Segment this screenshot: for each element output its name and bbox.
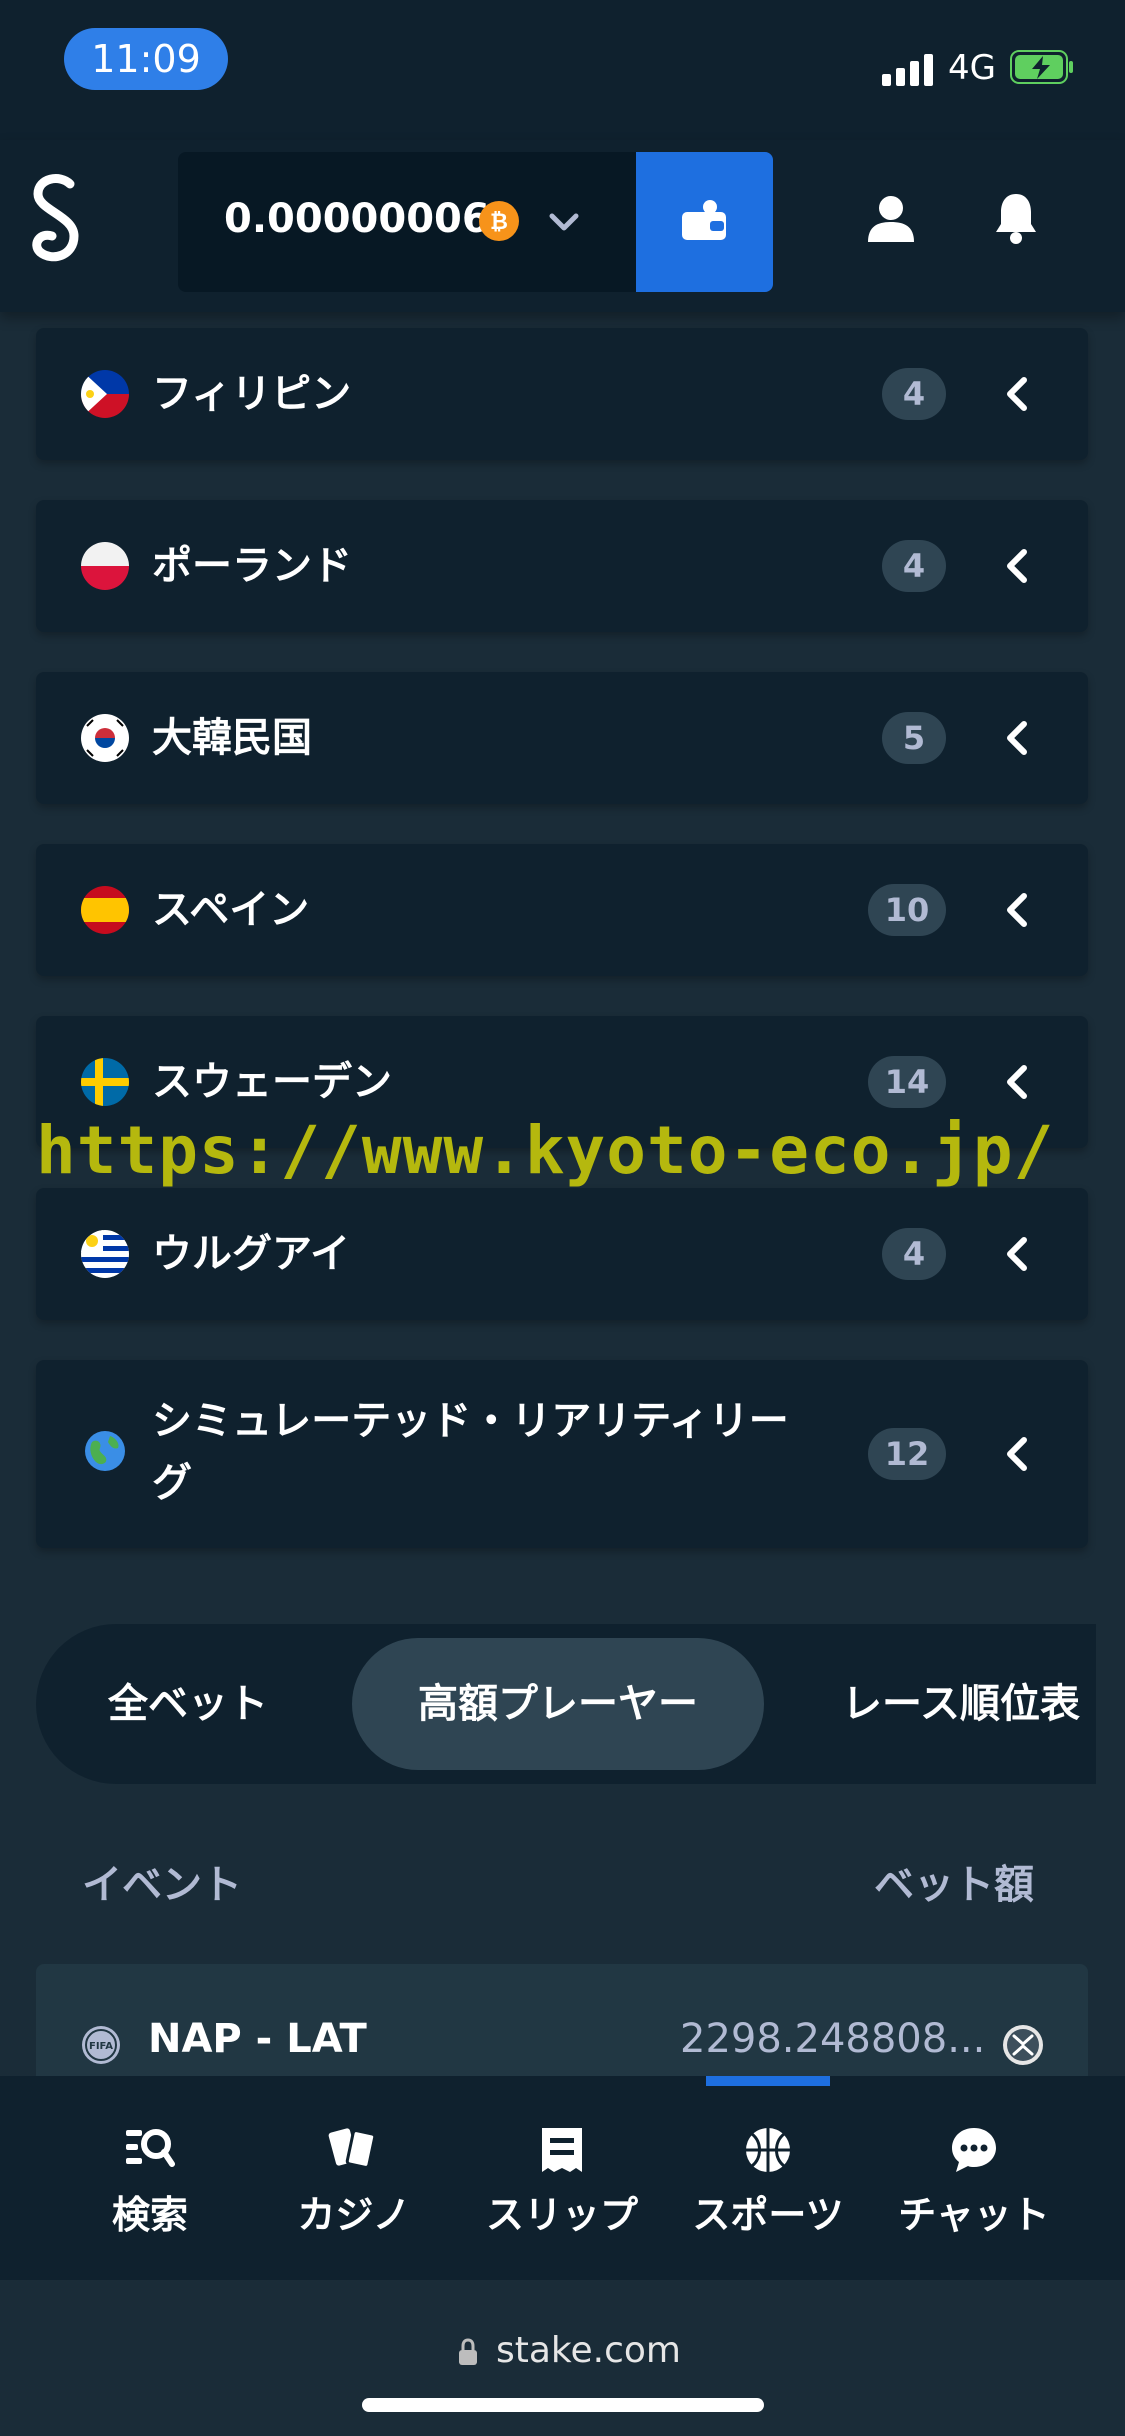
- stake-logo-icon[interactable]: [26, 170, 86, 270]
- status-time: 11:09: [64, 28, 228, 90]
- globe-icon: [85, 1431, 125, 1471]
- country-name: ポーランド: [152, 543, 352, 589]
- count-badge: 14: [868, 1056, 946, 1108]
- chevron-left-icon: [1007, 721, 1027, 755]
- wallet-button[interactable]: [636, 152, 773, 292]
- column-header-bet-amount: ベット額: [874, 1862, 1034, 1908]
- bet-amount: 2298.248808...: [680, 2016, 986, 2062]
- basketball-icon: [746, 2128, 790, 2172]
- nav-casino[interactable]: カジノ: [254, 2076, 454, 2280]
- chevron-left-icon: [1007, 549, 1027, 583]
- browser-address-bar[interactable]: stake.com: [0, 2280, 1125, 2436]
- country-name: ウルグアイ: [152, 1231, 350, 1277]
- nav-label: カジノ: [297, 2193, 411, 2237]
- wallet-icon: [682, 200, 726, 240]
- country-name: フィリピン: [152, 371, 352, 417]
- app-header: 0.00000006 ₿: [0, 140, 1125, 312]
- bitcoin-icon: ₿: [479, 201, 519, 241]
- signal-icon: [882, 50, 933, 86]
- chevron-left-icon: [1007, 893, 1027, 927]
- count-badge: 4: [882, 540, 946, 592]
- count-badge: 5: [882, 712, 946, 764]
- chevron-left-icon: [1007, 1437, 1027, 1471]
- country-name: スペイン: [152, 887, 310, 933]
- event-name: NAP - LAT: [148, 2016, 367, 2062]
- betslip-icon: [542, 2128, 582, 2172]
- south-korea-flag-icon: [81, 714, 129, 762]
- country-row-spain[interactable]: スペイン 10: [36, 844, 1088, 976]
- uruguay-flag-icon: [81, 1230, 129, 1278]
- chevron-left-icon: [1007, 1237, 1027, 1271]
- country-name: 大韓民国: [152, 715, 312, 761]
- nav-slip[interactable]: スリップ: [462, 2076, 662, 2280]
- nav-chat[interactable]: チャット: [874, 2076, 1074, 2280]
- chevron-left-icon: [1007, 377, 1027, 411]
- nav-sports[interactable]: スポーツ: [668, 2076, 868, 2280]
- country-row-uruguay[interactable]: ウルグアイ 4: [36, 1188, 1088, 1320]
- nav-label: スポーツ: [692, 2193, 844, 2237]
- country-name-line2: グ: [152, 1460, 192, 1506]
- country-row-poland[interactable]: ポーランド 4: [36, 500, 1088, 632]
- chat-icon: [952, 2128, 996, 2172]
- nav-label: スリップ: [485, 2193, 638, 2237]
- search-icon: [126, 2129, 175, 2167]
- bets-tab-bar: 全ベット 高額プレーヤー レース順位表: [36, 1624, 1096, 1784]
- bottom-navigation: 検索 カジノ スリップ スポーツ チャット: [0, 2076, 1125, 2280]
- tab-high-rollers[interactable]: 高額プレーヤー: [352, 1638, 764, 1770]
- cards-icon: [328, 2128, 377, 2169]
- country-row-simulated-reality-league[interactable]: シミュレーテッド・リアリティリー グ 12: [36, 1360, 1088, 1548]
- svg-text:₿: ₿: [490, 210, 508, 235]
- url-text: stake.com: [496, 2330, 681, 2371]
- home-indicator[interactable]: [362, 2398, 764, 2412]
- country-row-philippines[interactable]: フィリピン 4: [36, 328, 1088, 460]
- battery-icon: [1010, 50, 1073, 84]
- balance-selector[interactable]: 0.00000006 ₿: [178, 152, 636, 292]
- svg-text:FIFA: FIFA: [89, 2041, 113, 2052]
- lock-icon: [459, 2338, 477, 2365]
- poland-flag-icon: [81, 542, 129, 590]
- count-badge: 4: [882, 1228, 946, 1280]
- nav-label: 検索: [111, 2193, 188, 2237]
- status-bar: 11:09 4G: [0, 0, 1125, 140]
- chevron-left-icon: [1007, 1065, 1027, 1099]
- tab-race-leaderboard[interactable]: レース順位表: [842, 1638, 1080, 1770]
- sweden-flag-icon: [81, 1058, 129, 1106]
- user-profile-icon[interactable]: [866, 194, 916, 244]
- notification-bell-icon[interactable]: [994, 192, 1038, 244]
- count-badge: 4: [882, 368, 946, 420]
- country-name: スウェーデン: [152, 1059, 392, 1105]
- chevron-down-icon: [549, 213, 579, 231]
- column-header-event: イベント: [82, 1862, 242, 1908]
- count-badge: 10: [868, 884, 946, 936]
- fifa-icon: FIFA: [82, 2026, 120, 2064]
- balance-value: 0.00000006: [224, 196, 490, 242]
- spain-flag-icon: [81, 886, 129, 934]
- country-row-south-korea[interactable]: 大韓民国 5: [36, 672, 1088, 804]
- xrp-icon: [1003, 2025, 1043, 2065]
- nav-search[interactable]: 検索: [50, 2076, 250, 2280]
- watermark-text: https://www.kyoto-eco.jp/: [36, 1112, 1055, 1189]
- country-name-line1: シミュレーテッド・リアリティリー: [152, 1398, 789, 1444]
- tab-all-bets[interactable]: 全ベット: [108, 1638, 268, 1770]
- network-label: 4G: [948, 48, 996, 88]
- philippines-flag-icon: [81, 370, 129, 418]
- count-badge: 12: [868, 1428, 946, 1480]
- nav-label: チャット: [898, 2193, 1050, 2237]
